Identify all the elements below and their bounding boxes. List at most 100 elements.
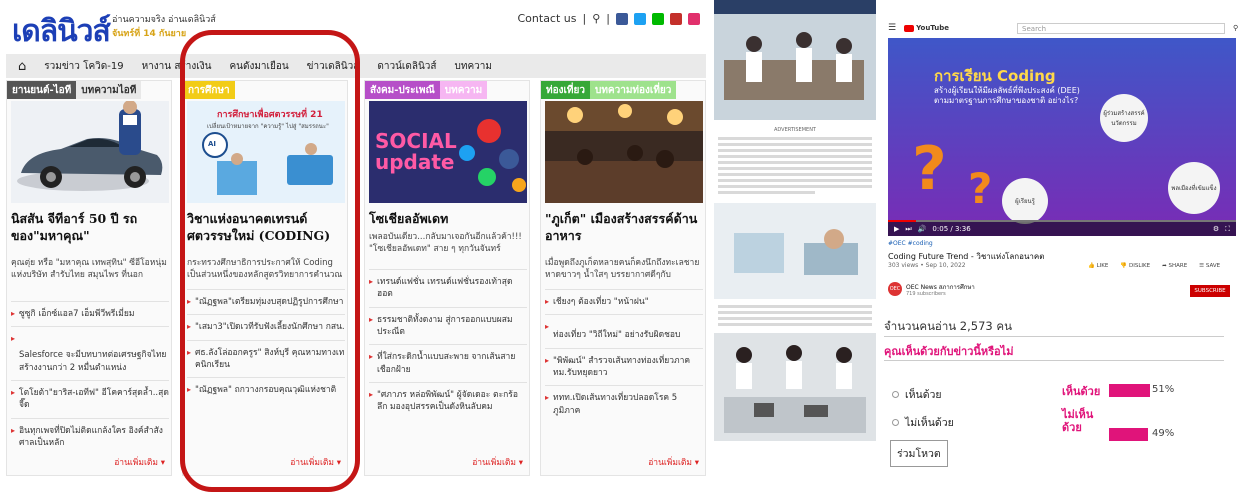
poll-question: คุณเห็นด้วยกับข่าวนี้หรือไม่ (884, 345, 1014, 358)
video-channel-tag[interactable]: #OEC #coding (888, 240, 1236, 247)
channel-avatar[interactable]: OEC (888, 282, 902, 296)
nav-item-download[interactable]: ดาวน์เดลินิวส์ (377, 59, 436, 74)
summary: เพลอบันเดียว...กลับมาเจอกันอีกแล้วค้า!!!… (369, 232, 522, 255)
news-site-panel: เดลินิวส์ อ่านความจริง อ่านเดลินิวส์ จัน… (0, 0, 712, 494)
instagram-icon[interactable] (688, 12, 700, 25)
tab-it-articles[interactable]: บทความไอที (76, 81, 142, 99)
video-meta: 303 views • Sep 10, 2022 (888, 262, 966, 269)
list-item[interactable]: อินทุกเพจที่ปิดไม่ติดแกล้งใคร อิงค์สำสัง… (11, 417, 169, 456)
top-right-bar: Contact us | ⚲ | (518, 12, 700, 25)
like-button[interactable]: 👍 LIKE (1088, 263, 1108, 269)
menu-icon[interactable]: ☰ (888, 23, 896, 33)
search-icon[interactable]: ⚲ (592, 12, 600, 25)
social-update-banner[interactable]: SOCIAL update (369, 101, 527, 203)
volume-icon[interactable]: 🔊 (918, 225, 927, 233)
read-more-link[interactable]: อ่านเพิ่มเติม ▾ (648, 455, 699, 469)
tab-travel[interactable]: ท่องเที่ยว (541, 81, 590, 99)
time-display: 0:05 / 3:36 (932, 225, 971, 233)
tab-society-articles[interactable]: บทความ (439, 81, 488, 99)
home-icon[interactable]: ⌂ (18, 59, 26, 74)
list-item[interactable]: ท่องเที่ยว "วิถีใหม่" อย่างรับผิดชอบ (545, 314, 703, 347)
question-mark-graphic: ? (968, 164, 993, 213)
dislike-button[interactable]: 👎 DISLIKE (1120, 263, 1150, 269)
line-icon[interactable] (652, 12, 664, 25)
twitter-icon[interactable] (634, 12, 646, 25)
poll-option-disagree[interactable]: ไม่เห็นด้วย (892, 414, 954, 431)
article-text-block (714, 137, 876, 194)
robot-lab-photo[interactable] (714, 203, 876, 299)
site-date: จันทร์ที่ 14 กันยาย (112, 29, 187, 39)
player-controls: ▶ ⏭ 🔊 0:05 / 3:36 ⚙ ⛶ (888, 222, 1236, 236)
tab-society[interactable]: สังคม-ประเพณี (365, 81, 440, 99)
nav-item-covid[interactable]: รวมข่าว โควิด-19 (44, 59, 123, 74)
list-item[interactable]: โตโยต้า"ยาริส-เอทีฟ" อีโคคาร์สุดล้ำ..สุด… (11, 379, 169, 418)
car-photo[interactable] (11, 101, 169, 203)
result-label: เห็นด้วย (1062, 385, 1101, 398)
slide-subtitle: สร้างผู้เรียนให้มีผลลัพธ์ที่พึงประสงค์ (… (934, 86, 1080, 106)
fullscreen-icon[interactable]: ⛶ (1225, 225, 1230, 234)
list-item[interactable]: เชียงๆ ต้องเที่ยว "หน้าฝน" (545, 289, 703, 314)
question-mark-graphic: ? (912, 134, 947, 204)
headline[interactable]: "ภูเก็ต" เมืองสร้างสรรค์ด้านอาหาร (545, 211, 703, 245)
ad-label: ADVERTISEMENT (773, 127, 816, 133)
read-more-link[interactable]: อ่านเพิ่มเติม ▾ (472, 455, 523, 469)
tab-travel-articles[interactable]: บทความท่องเที่ยว (589, 81, 677, 99)
summary: คุณตุ่ย หรือ "มหาคุณ เทพสุทิน" ซีอีโอหนุ… (11, 258, 167, 281)
youtube-icon[interactable] (670, 12, 682, 25)
site-tagline: อ่านความจริง อ่านเดลินิวส์ (112, 15, 216, 25)
column-tabs: ยานยนต์-ไอที บทความไอที (7, 81, 171, 99)
save-button[interactable]: ☰ SAVE (1199, 263, 1220, 269)
highlight-circle (180, 30, 360, 492)
radio-icon[interactable] (892, 391, 899, 398)
list-item[interactable]: ที่ใส่กระดิกน้ำแบบสะพาย จากเส้นสายเชือกฝ… (369, 344, 527, 382)
read-more-link[interactable]: อ่านเพิ่มเติม ▾ (114, 455, 165, 469)
search-input[interactable]: Search (1017, 22, 1226, 34)
bubble-citizen: พลเมืองที่เข้มแข็ง (1168, 162, 1220, 214)
share-button[interactable]: ➦ SHARE (1162, 263, 1187, 269)
facebook-icon[interactable] (616, 12, 628, 25)
poll-option-agree[interactable]: เห็นด้วย (892, 386, 942, 403)
site-logo[interactable]: เดลินิวส์ (12, 8, 111, 55)
radio-icon[interactable] (892, 419, 899, 426)
bubble-learner: ผู้เรียนรู้ (1002, 178, 1048, 224)
article-preview: ADVERTISEMENT (714, 0, 876, 494)
play-icon[interactable]: ▶ (894, 225, 899, 233)
slide-title: การเรียน Coding (934, 67, 1056, 85)
result-percent: 51% (1152, 384, 1175, 395)
youtube-logo[interactable]: YouTube (904, 24, 949, 32)
list-item[interactable]: ซูซูกิ เอ็กซ์แอล7 เอ็มพีวีพรีเมี่ยม (11, 301, 169, 326)
column-society: สังคม-ประเพณี บทความ SOCIAL update โซเชี… (364, 80, 530, 476)
tab-auto-it[interactable]: ยานยนต์-ไอที (7, 81, 77, 99)
divider (884, 336, 1224, 337)
list-item[interactable]: "ศภาภร หล่อพิพัฒน์" ผู้จัดเดอะ ตะกร้อลึก… (369, 381, 527, 420)
settings-icon[interactable]: ⚙ (1213, 225, 1219, 233)
article-text-block-2 (714, 305, 876, 326)
classroom-photo[interactable] (714, 0, 876, 120)
list-item[interactable]: เทรนด์แฟชั่น เทรนด์แฟชั่นรองเท้าสุดฮอต (369, 269, 527, 307)
divider (884, 360, 1224, 361)
next-icon[interactable]: ⏭ (905, 225, 911, 234)
contact-link[interactable]: Contact us (518, 12, 577, 25)
summary: เมื่อพูดถึงภูเก็ตหลายคนก็คงนึกถึงทะเลชาย… (545, 258, 700, 281)
subscribe-button[interactable]: SUBSCRIBE (1190, 285, 1230, 297)
video-player[interactable]: การเรียน Coding สร้างผู้เรียนให้มีผลลัพธ… (888, 38, 1236, 236)
column-tabs: สังคม-ประเพณี บทความ (365, 81, 529, 99)
list-item[interactable]: "พิพัฒน์" สำรวจเส้นทางท่องเที่ยวภาค ทม.ร… (545, 347, 703, 386)
search-icon[interactable]: ⚲ (1233, 24, 1238, 32)
divider: | (606, 12, 610, 25)
students-photo[interactable] (714, 333, 876, 441)
headline[interactable]: โซเชียลอัพเดท (369, 211, 527, 228)
nav-item-articles[interactable]: บทความ (455, 59, 492, 74)
result-label: ไม่เห็นด้วย (1062, 408, 1094, 435)
column-tabs: ท่องเที่ยว บทความท่องเที่ยว (541, 81, 705, 99)
column-travel: ท่องเที่ยว บทความท่องเที่ยว "ภูเก็ต" เมื… (540, 80, 706, 476)
article-list: เทรนด์แฟชั่น เทรนด์แฟชั่นรองเท้าสุดฮอต ธ… (369, 269, 527, 420)
vote-button[interactable]: ร่วมโหวต (890, 440, 948, 467)
headline[interactable]: นิสสัน จีทีอาร์ 50 ปี รถของ"มหาคุณ" (11, 211, 169, 245)
youtube-header: ☰ YouTube Search ⚲ (888, 20, 1240, 36)
market-photo[interactable] (545, 101, 703, 203)
list-item[interactable]: ททท.เปิดเส้นทางเที่ยวปลอดโรค 5 ภูมิภาค (545, 385, 703, 423)
progress-bar[interactable] (888, 220, 1236, 222)
list-item[interactable]: Salesforce จะมีบทบาทต่อเศรษฐกิจไทย สร้าง… (11, 326, 169, 380)
list-item[interactable]: ธรรมชาติทั้งดงาม สู่การออกแบบผสมประณีต (369, 306, 527, 345)
